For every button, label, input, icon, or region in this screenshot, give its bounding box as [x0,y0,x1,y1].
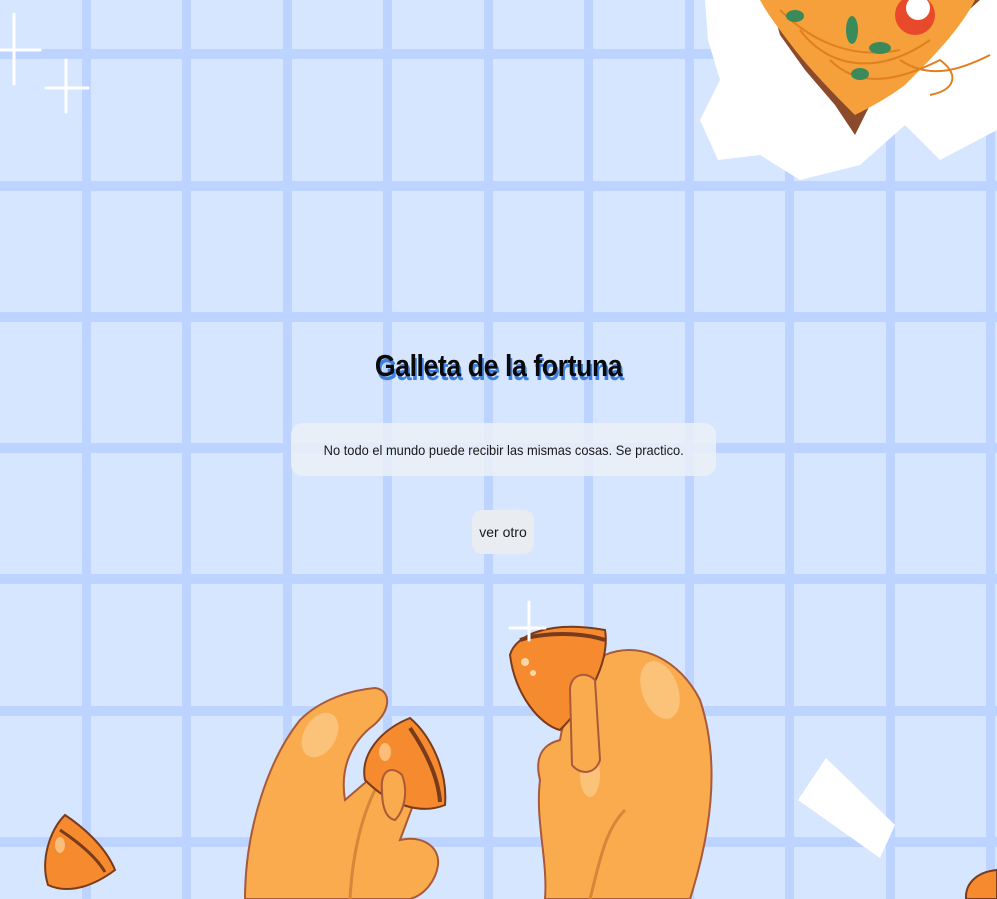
fortune-message-box: No todo el mundo puede recibir las misma… [291,423,716,476]
page-background: Galleta de la fortuna No todo el mundo p… [0,0,997,899]
main-content: Galleta de la fortuna No todo el mundo p… [0,0,997,899]
page-title: Galleta de la fortuna [374,348,623,383]
fortune-message: No todo el mundo puede recibir las misma… [323,441,684,458]
see-another-button[interactable]: ver otro [472,510,534,554]
